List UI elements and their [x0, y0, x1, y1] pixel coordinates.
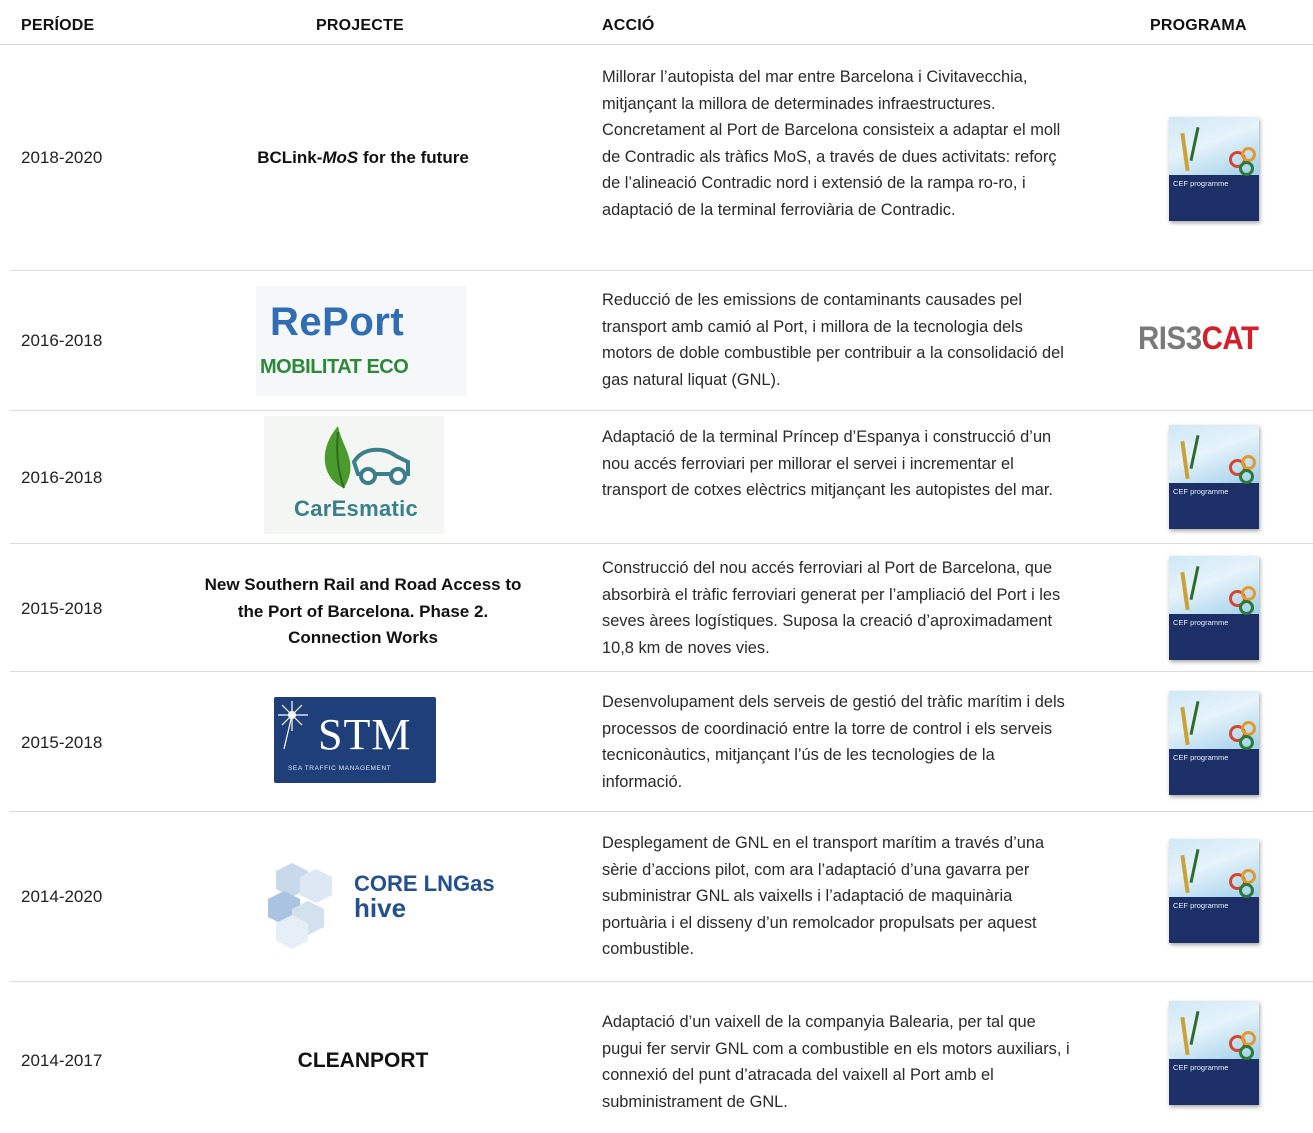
row-action: Adaptació d’un vaixell de la companyia B…	[602, 1013, 1070, 1111]
row-project: CLEANPORT	[297, 1049, 429, 1072]
caresmatic-logo-text: CarEsmatic	[294, 496, 419, 521]
row-action: Reducció de les emissions de contaminant…	[602, 291, 1064, 389]
cef-logo-text: CEF programme	[1173, 753, 1229, 762]
row-period: 2015-2018	[21, 733, 103, 752]
table-row: 2016-2018 CarEsmatic Adaptació de la ter…	[10, 410, 1313, 544]
row-period: 2016-2018	[21, 331, 103, 350]
cef-logo-text: CEF programme	[1173, 901, 1229, 910]
ris3cat-logo-suffix: CAT	[1201, 320, 1259, 356]
row-period: 2016-2018	[21, 468, 103, 487]
row-project: New Southern Rail and Road Access to the…	[204, 575, 522, 647]
row-action: Construcció del nou accés ferroviari al …	[602, 559, 1061, 657]
table-row: 2016-2018 RePort MOBILITAT ECO Reducció …	[10, 270, 1313, 411]
row-project: BCLink-MoS for the future	[183, 148, 543, 168]
table-row: 2014-2020 CORE LNGas hive Desplegament d…	[10, 811, 1313, 982]
ris3cat-logo-prefix: RIS3	[1138, 320, 1202, 356]
project-name-italic: MoS	[322, 148, 359, 167]
corelngas-hive-logo: CORE LNGas hive	[256, 855, 496, 949]
cef-programme-logo: CEF programme	[1169, 691, 1259, 795]
cef-programme-logo: CEF programme	[1169, 556, 1259, 660]
header-programa: PROGRAMA	[1150, 17, 1247, 34]
cef-programme-logo: CEF programme	[1169, 425, 1259, 529]
row-period: 2018-2020	[21, 148, 103, 167]
cef-logo-text: CEF programme	[1173, 618, 1229, 627]
caresmatic-leaf-car-icon	[324, 426, 410, 489]
project-name-suffix: for the future	[358, 148, 469, 167]
ris3cat-logo: RIS3CAT	[1138, 320, 1259, 357]
row-action: Desenvolupament dels serveis de gestió d…	[602, 693, 1065, 791]
table-header: PERÍODE PROJECTE ACCIÓ PROGRAMA	[0, 0, 1313, 45]
stm-logo-title: STM	[318, 710, 412, 759]
cef-logo-text: CEF programme	[1173, 179, 1229, 188]
row-period: 2014-2020	[21, 887, 103, 906]
table-row: 2015-2018 STM SEA TRAFFIC MANAGEMENT Des…	[10, 671, 1313, 812]
projects-table: PERÍODE PROJECTE ACCIÓ PROGRAMA 2018-202…	[0, 0, 1313, 1111]
header-accio: ACCIÓ	[602, 17, 655, 34]
header-projecte: PROJECTE	[316, 17, 404, 34]
stm-logo-subtitle: SEA TRAFFIC MANAGEMENT	[288, 765, 392, 772]
cef-logo-text: CEF programme	[1173, 487, 1229, 496]
table-row: 2018-2020 BCLink-MoS for the future Mill…	[10, 44, 1313, 271]
report-logo-subtitle: MOBILITAT ECO	[260, 356, 409, 378]
project-name-prefix: BCLink-	[257, 148, 323, 167]
row-action: Adaptació de la terminal Príncep d’Espan…	[602, 428, 1053, 500]
table-row: 2014-2017 CLEANPORT Adaptació d’un vaixe…	[10, 981, 1313, 1133]
row-period: 2014-2017	[21, 1051, 103, 1070]
hive-logo-subtitle: hive	[354, 893, 407, 923]
cef-logo-text: CEF programme	[1173, 1063, 1229, 1072]
table-row: 2015-2018 New Southern Rail and Road Acc…	[10, 543, 1313, 672]
row-action: Millorar l’autopista del mar entre Barce…	[602, 68, 1061, 219]
cef-programme-logo: CEF programme	[1169, 1001, 1259, 1105]
cef-programme-logo: CEF programme	[1169, 117, 1259, 221]
stm-logo: STM SEA TRAFFIC MANAGEMENT	[274, 697, 436, 783]
row-period: 2015-2018	[21, 599, 103, 618]
row-action: Desplegament de GNL en el transport marí…	[602, 834, 1045, 959]
caresmatic-logo: CarEsmatic	[264, 416, 444, 534]
report-logo-title: RePort	[270, 300, 405, 344]
header-periode: PERÍODE	[21, 17, 95, 34]
hexagon-cluster-icon	[268, 863, 332, 949]
report-logo: RePort MOBILITAT ECO	[256, 286, 466, 396]
cef-programme-logo: CEF programme	[1169, 839, 1259, 943]
